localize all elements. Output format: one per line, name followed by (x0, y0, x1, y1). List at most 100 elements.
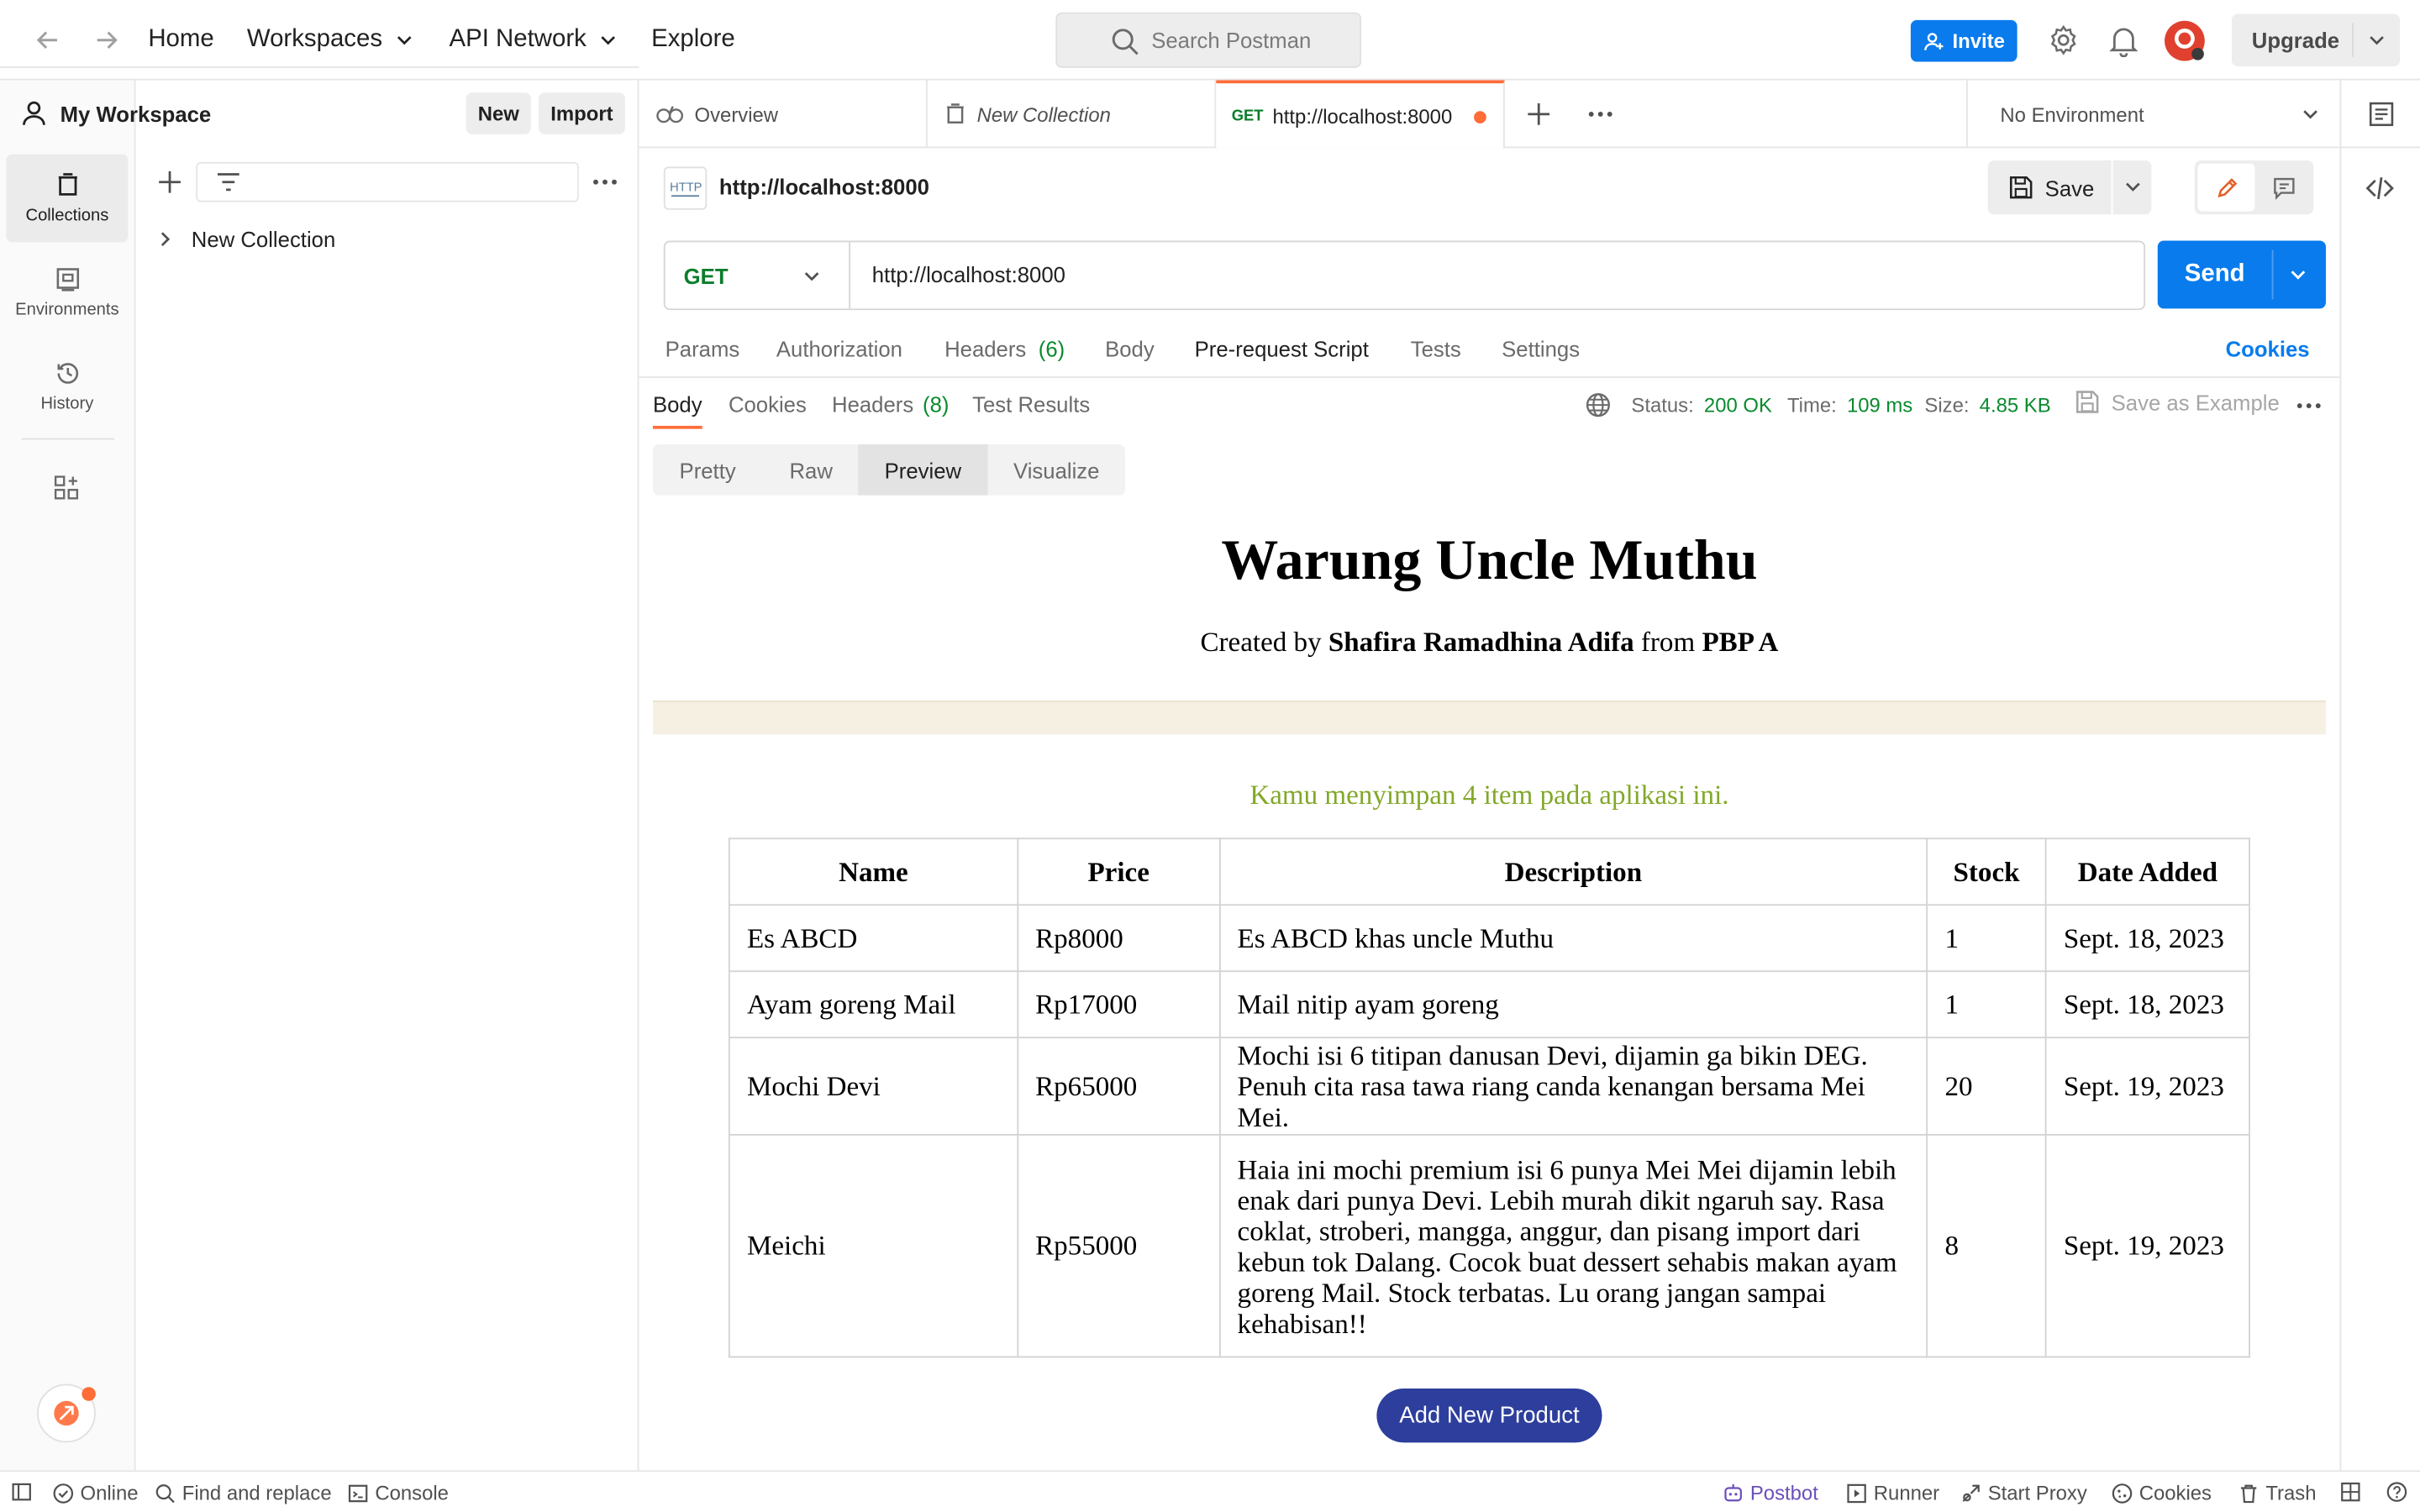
tab-pre-request-script[interactable]: Pre-request Script (1195, 336, 1369, 360)
notifications-bell-icon[interactable] (2108, 24, 2139, 57)
user-avatar[interactable] (2164, 20, 2206, 62)
runner-label: Runner (1873, 1481, 1940, 1504)
cell-description: Mochi isi 6 titipan danusan Devi, dijami… (1218, 1037, 1928, 1136)
console-button[interactable]: Console (347, 1481, 449, 1504)
leftnav-collections[interactable]: Collections (6, 154, 129, 243)
upgrade-button[interactable]: Upgrade (2231, 13, 2401, 66)
status-value: 200 OK (1703, 393, 1772, 417)
table-row: Es ABCD Rp8000 Es ABCD khas uncle Muthu … (728, 904, 2250, 973)
add-ons-grid-icon[interactable] (52, 474, 80, 501)
cookies-button[interactable]: Cookies (2112, 1481, 2212, 1504)
leftnav-history-label: History (40, 395, 94, 414)
add-new-product-button[interactable]: Add New Product (1376, 1389, 1602, 1443)
help-icon[interactable] (2386, 1481, 2408, 1503)
new-tab-plus-icon[interactable] (1525, 100, 1553, 128)
rocket-icon (54, 1400, 79, 1426)
comments-icon[interactable] (2258, 164, 2310, 212)
save-label: Save (2044, 175, 2095, 200)
method-label: GET (683, 263, 729, 288)
column-header: Stock (1926, 837, 2047, 906)
edit-pencil-icon[interactable] (2197, 163, 2255, 212)
onboarding-rocket-button[interactable] (37, 1383, 96, 1443)
trash-button[interactable]: Trash (2238, 1481, 2316, 1504)
svg-text:HTTP: HTTP (670, 181, 702, 195)
globe-icon[interactable] (1585, 392, 1611, 418)
new-button[interactable]: New (466, 92, 531, 134)
tab-body[interactable]: Body (1105, 336, 1155, 360)
cookies-link[interactable]: Cookies (2226, 336, 2310, 360)
response-tab-headers[interactable]: Headers (8) (832, 392, 949, 417)
view-preview[interactable]: Preview (858, 444, 988, 496)
view-visualize[interactable]: Visualize (988, 444, 1125, 496)
environment-selector[interactable]: No Environment (1966, 80, 2339, 149)
leftnav-history[interactable]: History (6, 343, 128, 431)
start-proxy-button[interactable]: Start Proxy (1960, 1481, 2087, 1504)
status-label: Status: (1631, 393, 1694, 417)
response-tab-cookies[interactable]: Cookies (729, 392, 807, 417)
tab-headers[interactable]: Headers (6) (944, 336, 1065, 360)
save-as-example-label: Save as Example (2111, 389, 2280, 415)
toggle-sidebar-icon[interactable] (11, 1481, 33, 1503)
tab-params[interactable]: Params (666, 336, 740, 360)
tab-options-icon[interactable] (1586, 102, 1614, 126)
tab-authorization[interactable]: Authorization (776, 336, 902, 360)
chevron-down-icon (2370, 36, 2384, 45)
method-select[interactable]: GET (666, 242, 851, 309)
url-input[interactable]: http://localhost:8000 (872, 262, 1065, 286)
start-proxy-label: Start Proxy (1987, 1481, 2087, 1504)
console-icon (348, 1483, 368, 1502)
tab-settings[interactable]: Settings (1502, 336, 1580, 360)
workspace-name[interactable]: My Workspace (60, 102, 212, 126)
environment-quick-look-icon[interactable] (2339, 80, 2420, 149)
collections-icon (57, 173, 76, 196)
more-options-icon[interactable] (591, 170, 618, 194)
divider (639, 376, 2340, 379)
collection-icon (947, 103, 964, 123)
save-as-example-button[interactable]: Save as Example (2075, 389, 2280, 415)
cell-stock: 20 (1926, 1037, 2047, 1136)
code-snippet-icon[interactable] (2365, 173, 2396, 204)
import-button[interactable]: Import (539, 92, 625, 134)
environment-label: No Environment (2000, 102, 2144, 126)
request-name[interactable]: http://localhost:8000 (719, 175, 929, 199)
overview-eye-icon (656, 106, 684, 123)
size-label: Size: (1924, 393, 1970, 417)
settings-gear-icon[interactable] (2047, 24, 2081, 57)
send-button[interactable]: Send (2158, 241, 2272, 309)
tab-get-request[interactable]: GET http://localhost:8000 (1216, 80, 1505, 149)
tab-new-collection[interactable]: New Collection (928, 80, 1217, 149)
postbot-button[interactable]: Postbot (1723, 1481, 1818, 1504)
invite-button[interactable]: Invite (1910, 19, 2018, 62)
response-tab-test-results[interactable]: Test Results (972, 392, 1090, 417)
find-and-replace-button[interactable]: Find and replace (155, 1481, 332, 1504)
view-pretty[interactable]: Pretty (653, 444, 762, 496)
status-online[interactable]: Online (52, 1481, 139, 1504)
layout-grid-icon[interactable] (2339, 1481, 2361, 1503)
cell-name: Ayam goreng Mail (728, 970, 1018, 1039)
view-raw[interactable]: Raw (762, 444, 860, 496)
cell-price: Rp65000 (1017, 1037, 1221, 1136)
save-options-chevron-icon[interactable] (2123, 176, 2144, 197)
tab-tests[interactable]: Tests (1411, 336, 1461, 360)
cookies-label: Cookies (2139, 1481, 2212, 1504)
collection-item[interactable]: New Collection (155, 221, 627, 258)
response-headers-count: (8) (923, 391, 950, 417)
response-tab-body[interactable]: Body (653, 392, 702, 417)
tab-overview[interactable]: Overview (639, 80, 928, 149)
tab-request-label: http://localhost:8000 (1272, 103, 1453, 128)
search-input[interactable]: Search Postman (1055, 12, 1362, 68)
column-header: Price (1017, 837, 1221, 906)
response-options-icon[interactable] (2295, 393, 2323, 417)
send-options-chevron-icon[interactable] (2287, 264, 2309, 286)
add-collection-plus-icon[interactable] (156, 168, 184, 196)
tab-headers-label: Headers (944, 336, 1027, 361)
leftnav-environments[interactable]: Environments (6, 249, 128, 337)
response-headers-label: Headers (832, 391, 914, 417)
cell-stock: 8 (1926, 1134, 2047, 1358)
collection-filter-input[interactable] (196, 161, 579, 202)
time-value: 109 ms (1846, 393, 1913, 417)
save-button[interactable]: Save (1988, 160, 2110, 214)
history-icon (56, 363, 78, 384)
runner-button[interactable]: Runner (1846, 1481, 1939, 1504)
nav-explore[interactable]: Explore (651, 22, 735, 59)
